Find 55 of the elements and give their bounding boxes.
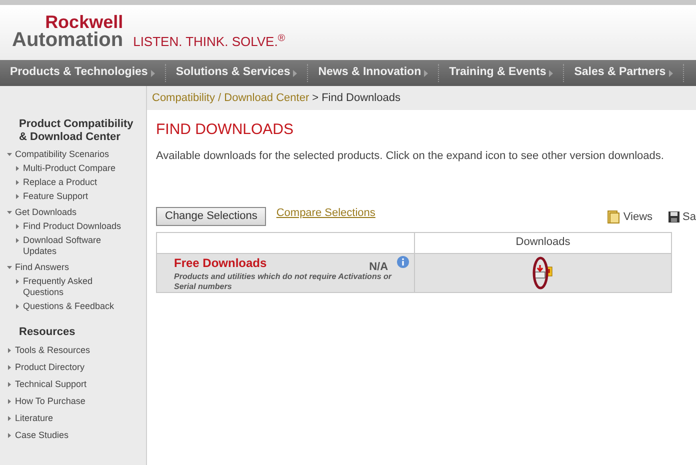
sidebar-heading: Resources <box>18 326 76 339</box>
sidebar-link[interactable]: How To Purchase <box>15 396 86 407</box>
logo-text: Automation <box>12 31 124 50</box>
sidebar-link[interactable]: Download Software Updates <box>23 235 123 257</box>
sidebar-link[interactable]: Questions & Feedback <box>23 301 114 312</box>
download-icon[interactable] <box>534 264 546 278</box>
caret-right-icon <box>15 194 20 199</box>
sidebar-link[interactable]: Compatibility Scenarios <box>15 149 110 160</box>
sidebar-heading: Product Compatibility & Download Center <box>18 118 134 144</box>
caret-right-icon <box>15 180 20 185</box>
sidebar-link[interactable]: Feature Support <box>23 191 88 202</box>
sidebar-link[interactable]: Frequently Asked Questions <box>23 276 123 298</box>
info-icon[interactable] <box>397 256 410 268</box>
nav-menu-item[interactable]: News & Innovation <box>318 64 440 82</box>
sidebar-link[interactable]: Technical Support <box>15 379 87 390</box>
caret-right-icon <box>15 238 20 243</box>
change-selections-button[interactable]: Change Selections <box>156 206 266 226</box>
page-title: FIND DOWNLOADS <box>156 120 295 140</box>
nav-menu-item[interactable]: Solutions & Services <box>176 64 308 82</box>
nav-menu-item[interactable]: Training & Events <box>449 64 564 82</box>
sidebar-link[interactable]: Case Studies <box>15 430 69 441</box>
nav-menu-item[interactable]: Products & Technologies <box>10 64 166 82</box>
company-logo[interactable]: Rockwell Automation <box>12 14 124 50</box>
caret-right-icon <box>293 70 298 76</box>
nav-menu-item[interactable]: Sales & Partners <box>574 64 684 82</box>
caret-right-icon <box>150 70 155 76</box>
folder-icon[interactable] <box>607 210 620 224</box>
caret-right-icon <box>549 70 554 76</box>
sidebar-link[interactable]: Replace a Product <box>23 177 98 188</box>
breadcrumb-separator: > <box>312 90 319 106</box>
compare-selections-link[interactable]: Compare Selections <box>276 205 376 222</box>
version-text: N/A <box>369 260 388 273</box>
caret-right-icon <box>668 70 673 76</box>
logo-text: Rockwell <box>45 14 124 31</box>
description-text: Available downloads for the selected products. Click on the expand icon to see other version downloads. <box>156 148 665 164</box>
column-header: Downloads <box>516 235 570 250</box>
caret-right-icon <box>15 304 20 309</box>
sidebar-link[interactable]: Literature <box>15 413 54 424</box>
description-text: Products and utilities which do not require Activations or Serial numbers <box>174 272 393 292</box>
sidebar-link[interactable]: Find Answers <box>15 262 70 273</box>
tagline: LISTEN. THINK. SOLVE.$^{®}$ <box>133 32 286 50</box>
caret-right-icon <box>15 279 20 284</box>
sidebar-link[interactable]: Get Downloads <box>15 207 77 218</box>
caret-right-icon <box>424 70 428 76</box>
breadcrumb-current: Find Downloads <box>322 90 400 106</box>
sidebar-link[interactable]: Find Product Downloads <box>23 221 122 232</box>
highlight-ellipse <box>532 256 548 289</box>
caret-right-icon <box>15 166 20 171</box>
caret-right-icon <box>15 224 20 229</box>
views-link[interactable]: Views <box>623 209 653 226</box>
save-link[interactable]: Sa <box>682 209 696 226</box>
sidebar-link[interactable]: Tools & Resources <box>15 345 90 356</box>
sidebar-link[interactable]: Product Directory <box>15 362 85 373</box>
sidebar-link[interactable]: Multi-Product Compare <box>23 163 116 174</box>
product-name: Free Downloads <box>174 256 267 270</box>
